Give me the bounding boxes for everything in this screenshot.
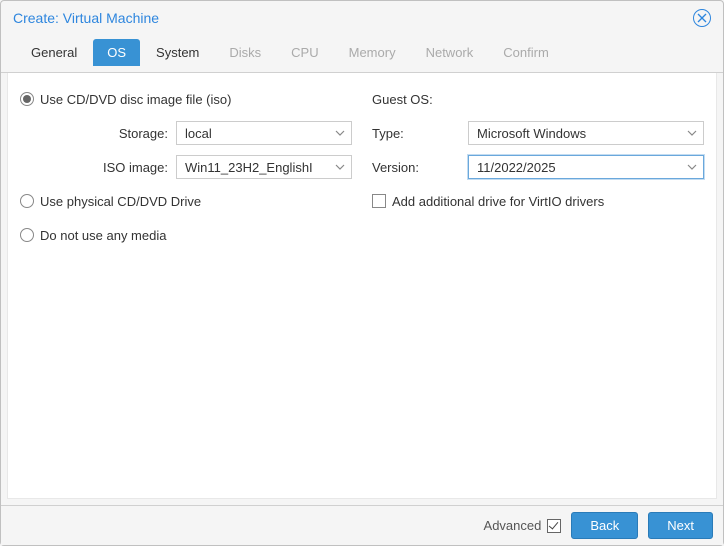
radio-use-physical-label: Use physical CD/DVD Drive	[40, 194, 201, 209]
version-label: Version:	[372, 160, 462, 175]
tab-confirm: Confirm	[489, 39, 563, 66]
radio-use-iso[interactable]	[20, 92, 34, 106]
type-label: Type:	[372, 126, 462, 141]
chevron-down-icon	[687, 128, 697, 138]
storage-row: Storage: local	[20, 121, 352, 145]
iso-select[interactable]: Win11_23H2_EnglishI	[176, 155, 352, 179]
type-value: Microsoft Windows	[477, 126, 586, 141]
guest-os-label: Guest OS:	[372, 92, 433, 107]
dialog-footer: Advanced Back Next	[1, 505, 723, 545]
os-panel: Use CD/DVD disc image file (iso) Storage…	[7, 73, 717, 499]
chevron-down-icon	[687, 162, 697, 172]
advanced-label: Advanced	[484, 518, 542, 533]
radio-use-physical[interactable]	[20, 194, 34, 208]
storage-value: local	[185, 126, 212, 141]
virtio-label: Add additional drive for VirtIO drivers	[392, 194, 604, 209]
right-column: Guest OS: Type: Microsoft Windows Versio…	[372, 87, 704, 484]
tab-general[interactable]: General	[17, 39, 91, 66]
chevron-down-icon	[335, 128, 345, 138]
tab-cpu: CPU	[277, 39, 332, 66]
radio-row-none[interactable]: Do not use any media	[20, 223, 352, 247]
virtio-checkbox[interactable]	[372, 194, 386, 208]
iso-label: ISO image:	[20, 160, 170, 175]
tab-memory: Memory	[335, 39, 410, 66]
radio-row-iso[interactable]: Use CD/DVD disc image file (iso)	[20, 87, 352, 111]
iso-row: ISO image: Win11_23H2_EnglishI	[20, 155, 352, 179]
create-vm-dialog: Create: Virtual Machine General OS Syste…	[0, 0, 724, 546]
storage-label: Storage:	[20, 126, 170, 141]
radio-use-iso-label: Use CD/DVD disc image file (iso)	[40, 92, 231, 107]
tab-network: Network	[412, 39, 488, 66]
radio-no-media[interactable]	[20, 228, 34, 242]
tab-os[interactable]: OS	[93, 39, 140, 66]
wizard-tabs: General OS System Disks CPU Memory Netwo…	[1, 33, 723, 73]
version-select[interactable]: 11/2022/2025	[468, 155, 704, 179]
advanced-checkbox[interactable]	[547, 519, 561, 533]
advanced-toggle[interactable]: Advanced	[484, 518, 562, 533]
type-row: Type: Microsoft Windows	[372, 121, 704, 145]
close-button[interactable]	[693, 9, 711, 27]
titlebar: Create: Virtual Machine	[1, 1, 723, 33]
chevron-down-icon	[335, 162, 345, 172]
guest-os-header: Guest OS:	[372, 87, 704, 111]
tab-disks: Disks	[215, 39, 275, 66]
version-value: 11/2022/2025	[477, 160, 556, 175]
type-select[interactable]: Microsoft Windows	[468, 121, 704, 145]
back-button[interactable]: Back	[571, 512, 638, 539]
virtio-row[interactable]: Add additional drive for VirtIO drivers	[372, 189, 704, 213]
close-icon	[697, 13, 707, 23]
version-row: Version: 11/2022/2025	[372, 155, 704, 179]
next-button[interactable]: Next	[648, 512, 713, 539]
tab-system[interactable]: System	[142, 39, 213, 66]
left-column: Use CD/DVD disc image file (iso) Storage…	[20, 87, 352, 484]
iso-value: Win11_23H2_EnglishI	[185, 160, 313, 175]
radio-no-media-label: Do not use any media	[40, 228, 166, 243]
storage-select[interactable]: local	[176, 121, 352, 145]
radio-row-physical[interactable]: Use physical CD/DVD Drive	[20, 189, 352, 213]
dialog-title: Create: Virtual Machine	[13, 10, 159, 26]
